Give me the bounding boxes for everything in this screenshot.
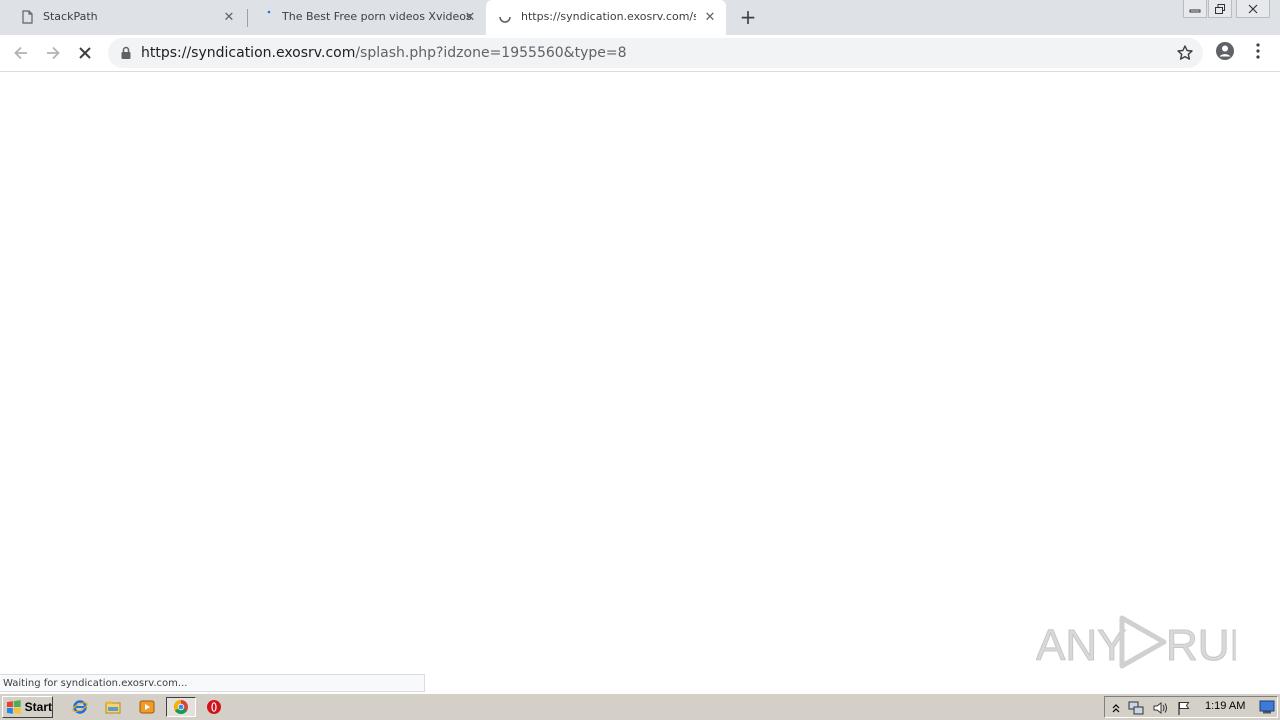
opera-button[interactable] [203,697,225,717]
tab-title: StackPath [43,10,98,23]
minimize-button[interactable] [1183,0,1207,18]
page-viewport [0,72,1280,692]
media-player-icon [139,700,155,714]
tab-stackpath[interactable]: StackPath ✕ [0,0,245,35]
restore-button[interactable] [1208,0,1232,18]
svg-text:ANY: ANY [1036,621,1126,670]
show-hidden-icons-arrow [1112,704,1120,713]
back-button[interactable] [8,40,34,66]
internet-explorer-icon [72,700,88,714]
close-tab-icon[interactable]: ✕ [702,9,718,25]
new-tab-button[interactable]: + [738,5,758,29]
tab-strip: StackPath ✕ The Best Free porn videos Xv… [0,0,1280,35]
svg-text:RUN: RUN [1166,621,1236,670]
file-explorer-button[interactable] [102,697,124,717]
page-icon [22,10,33,24]
start-label: Start [24,700,52,714]
opera-icon [207,700,221,714]
tab-title: https://syndication.exosrv.com/spla [521,10,696,23]
status-bubble: Waiting for syndication.exosrv.com... [0,674,425,692]
restore-icon [1215,3,1225,14]
volume-icon [1153,702,1167,714]
kebab-menu-icon[interactable] [1250,42,1266,60]
action-center-button[interactable] [1176,700,1192,716]
url-path: /splash.php?idzone=1955560&type=8 [355,45,627,61]
windows-taskbar: Start 1:19 AM [0,693,1280,720]
back-arrow-icon [14,46,27,60]
media-player-button[interactable] [136,697,158,717]
loading-spinner-icon [499,16,511,23]
anyrun-watermark-logo: ANY RUN [1036,615,1236,671]
close-window-button[interactable] [1236,0,1270,18]
show-desktop-icon[interactable] [1259,700,1275,714]
close-tab-icon[interactable]: ✕ [462,9,478,25]
url-host: https://syndication.exosrv.com [141,45,356,61]
tab-title: The Best Free porn videos Xvideos [282,10,472,23]
chrome-button[interactable] [166,697,196,717]
windows-flag-icon [6,700,21,714]
close-icon [1248,4,1258,13]
taskbar-clock[interactable]: 1:19 AM [1205,700,1245,712]
action-center-flag-icon [1178,702,1190,715]
account-avatar-icon[interactable] [1215,41,1235,61]
system-tray [1104,696,1278,718]
forward-button[interactable] [40,40,66,66]
network-button[interactable] [1128,700,1144,716]
browser-toolbar: https://syndication.exosrv.com/splash.ph… [0,35,1280,72]
close-tab-icon[interactable]: ✕ [221,9,237,25]
show-hidden-icons-button[interactable] [1108,700,1124,716]
address-bar[interactable]: https://syndication.exosrv.com/splash.ph… [108,38,1203,68]
url-text: https://syndication.exosrv.com/splash.ph… [141,45,627,61]
tab-xvideos[interactable]: The Best Free porn videos Xvideos ✕ [248,0,486,35]
bookmark-star-icon[interactable] [1176,44,1194,62]
internet-explorer-button[interactable] [69,697,91,717]
start-button[interactable]: Start [2,696,53,718]
lock-icon [121,46,131,59]
file-explorer-icon [105,701,121,714]
chrome-icon [174,700,188,714]
stop-loading-button[interactable] [72,40,98,66]
loading-dot-icon [267,10,271,14]
network-icon [1128,701,1144,715]
minimize-icon [1189,9,1201,12]
stop-x-icon [79,47,91,59]
forward-arrow-icon [47,46,60,60]
volume-button[interactable] [1152,700,1168,716]
tab-syndication[interactable]: https://syndication.exosrv.com/spla ✕ [486,0,726,35]
